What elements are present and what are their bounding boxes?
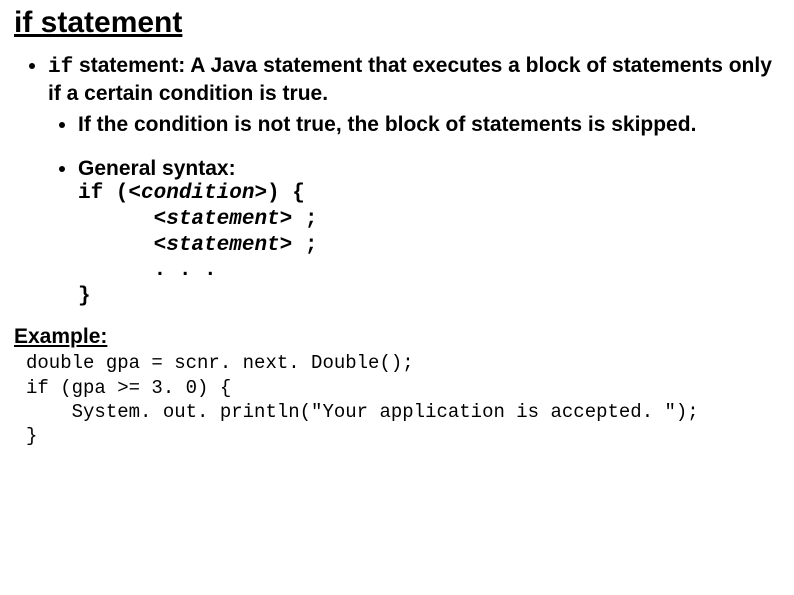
sub-bullet-condition-false-text: If the condition is not true, the block … [78, 113, 696, 136]
if-definition-text: statement: A Java statement that execute… [48, 54, 772, 105]
if-keyword: if [48, 56, 73, 79]
slide: if statement if statement: A Java statem… [0, 0, 794, 595]
syntax-if-open-a: if ( [78, 182, 128, 205]
syntax-condition: <condition> [128, 182, 267, 205]
syntax-block: if (<condition>) { <statement> ; <statem… [78, 181, 780, 309]
slide-title: if statement [14, 6, 780, 39]
sub-bullet-condition-false: If the condition is not true, the block … [78, 112, 780, 138]
syntax-ellipsis: . . . [78, 259, 217, 282]
syntax-line3-semi: ; [292, 234, 317, 257]
syntax-line2-pad [78, 208, 154, 231]
example-heading: Example: [14, 325, 780, 349]
bullet-list: if statement: A Java statement that exec… [14, 53, 780, 309]
example-code-block: double gpa = scnr. next. Double(); if (g… [26, 351, 780, 448]
sub-bullet-syntax: General syntax: if (<condition>) { <stat… [78, 156, 780, 310]
syntax-statement-2: <statement> [154, 234, 293, 257]
syntax-statement-1: <statement> [154, 208, 293, 231]
sub-bullet-list: If the condition is not true, the block … [48, 112, 780, 309]
bullet-if-definition: if statement: A Java statement that exec… [48, 53, 780, 309]
syntax-close-brace: } [78, 285, 91, 308]
general-syntax-label: General syntax: [78, 157, 236, 180]
syntax-line3-pad [78, 234, 154, 257]
syntax-if-open-b: ) { [267, 182, 305, 205]
syntax-line2-semi: ; [292, 208, 317, 231]
